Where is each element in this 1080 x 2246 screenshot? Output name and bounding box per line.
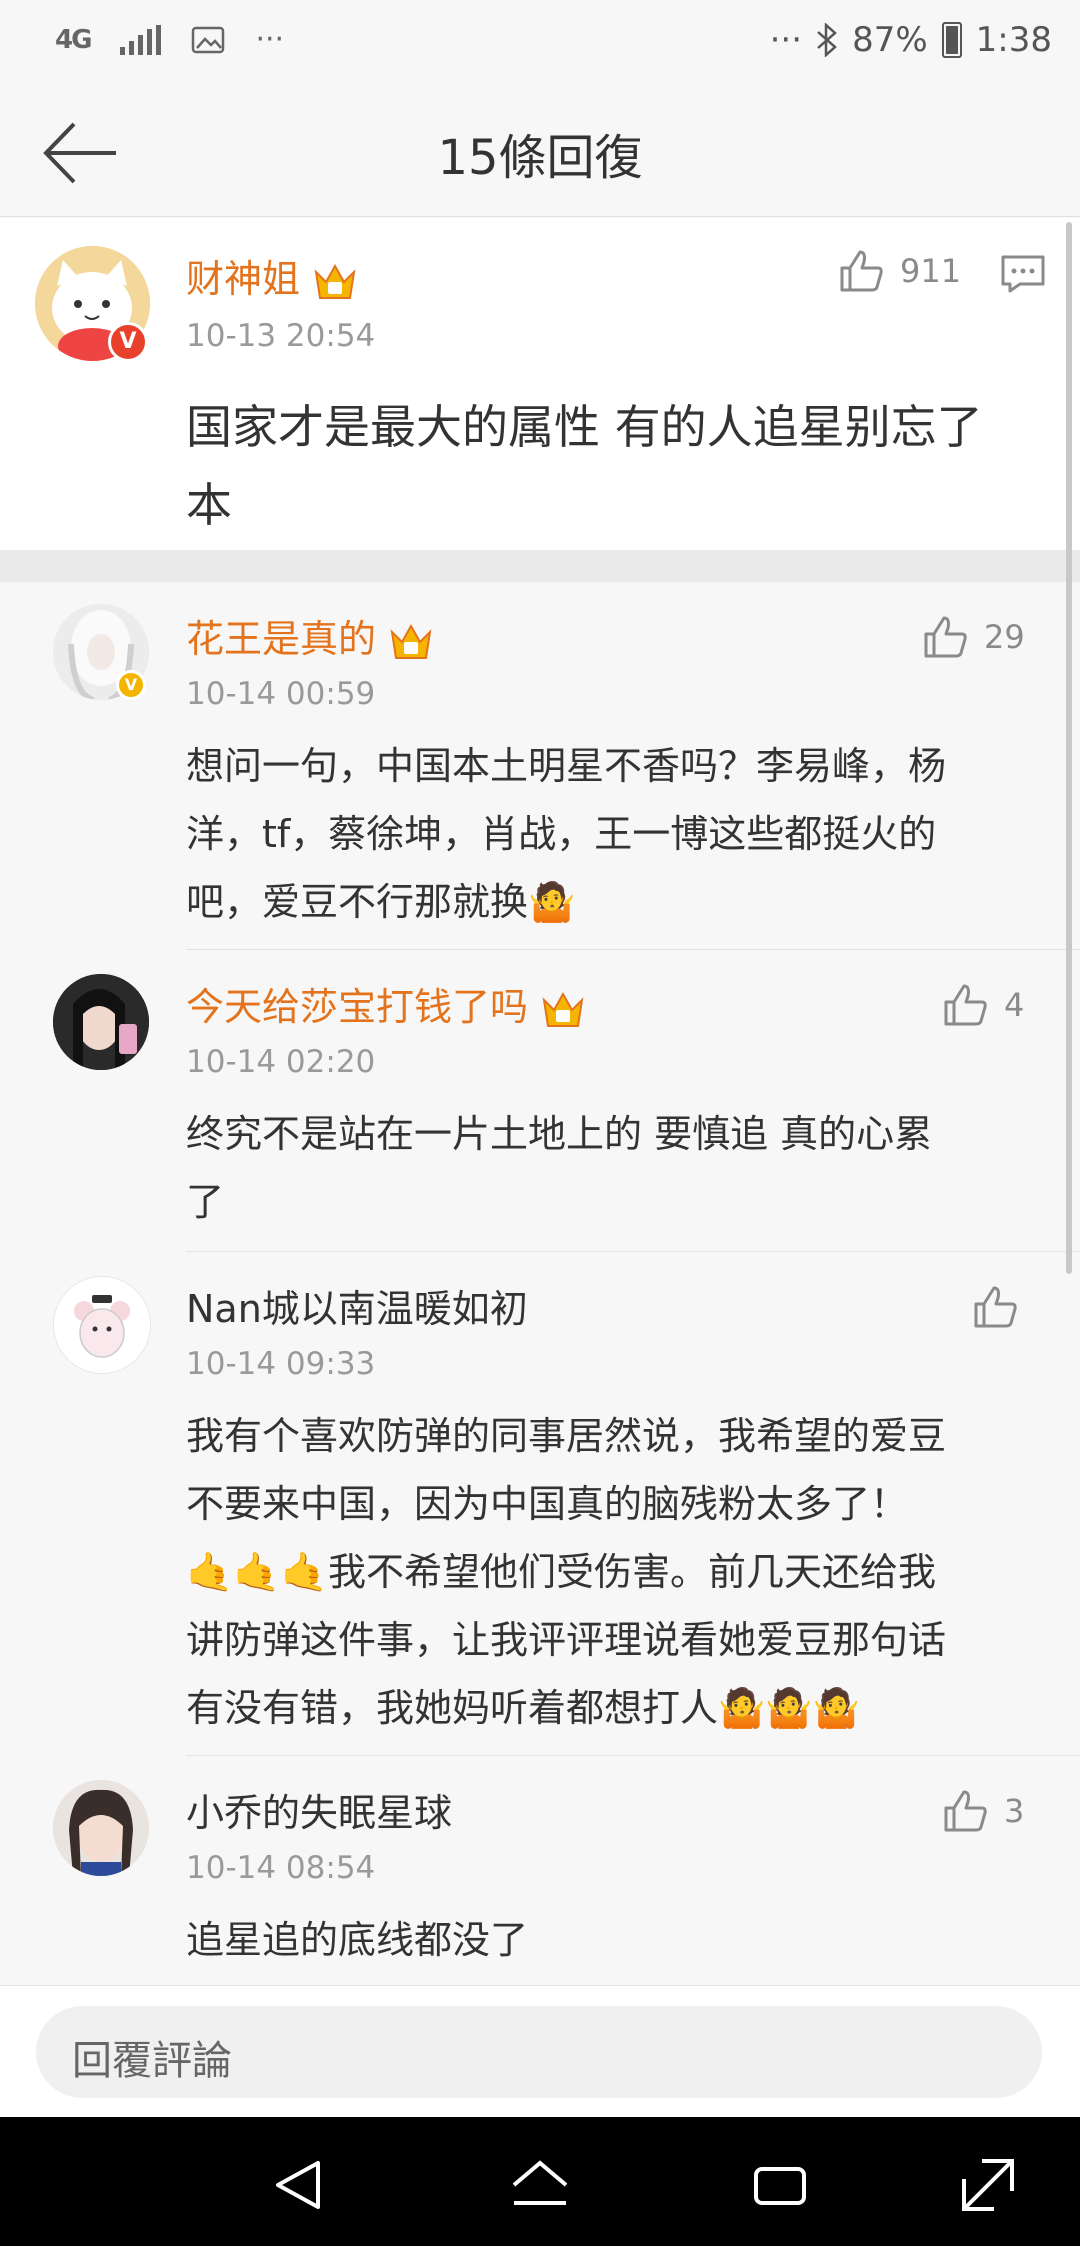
thumbs-up-icon — [944, 1790, 987, 1832]
image-icon — [192, 26, 225, 53]
username[interactable]: Nan城以南温暖如初 — [186, 1278, 528, 1333]
username-text[interactable]: 小乔的失眠星球 — [186, 1791, 452, 1835]
system-nav-bar — [0, 2117, 1080, 2246]
verified-badge-icon: V — [108, 322, 148, 362]
username[interactable]: 花王是真的 — [186, 608, 434, 664]
reply-item: 今天给莎宝打钱了吗 10-14 02:20 4 终究不是站在一片土地上的 要慎追… — [0, 950, 1080, 1252]
comment-time: 10-14 08:54 — [186, 1850, 376, 1886]
like-count: 3 — [1004, 1792, 1025, 1830]
username[interactable]: 小乔的失眠星球 — [186, 1782, 452, 1837]
section-divider — [0, 550, 1080, 582]
network-type: 4G — [55, 24, 92, 55]
like-count: 29 — [984, 618, 1025, 656]
comment-line: 终究不是站在一片土地上的 要慎追 真的心累 — [186, 1112, 933, 1156]
comment-line: 🤙🤙🤙我不希望他们受伤害。前几天还给我 — [186, 1550, 936, 1594]
like-count: 911 — [900, 252, 962, 290]
main-comment: V 财神姐 10-13 20:54 911 国家才是最大的属性 有的人追星别忘了… — [0, 218, 1080, 550]
comment-text: 国家才是最大的属性 有的人追星别忘了 本 — [186, 388, 983, 544]
vip-crown-icon — [390, 623, 432, 659]
comment-text: 想问一句，中国本土明星不香吗？李易峰，杨 洋，tf，蔡徐坤，肖战，王一博这些都挺… — [186, 732, 946, 936]
nav-recents-icon[interactable] — [750, 2155, 810, 2215]
like-button[interactable] — [972, 1284, 1020, 1330]
reply-item: Nan城以南温暖如初 10-14 09:33 我有个喜欢防弹的同事居然说，我希望… — [0, 1252, 1080, 1756]
comment-line: 了 — [186, 1180, 225, 1224]
comment-text: 终究不是站在一片土地上的 要慎追 真的心累 了 — [186, 1100, 932, 1236]
page-title: 15條回復 — [437, 130, 643, 186]
reply-item: V 花王是真的 10-14 00:59 29 想问一句，中国本土明星不香吗？李易… — [0, 582, 1080, 950]
username-text[interactable]: 今天给莎宝打钱了吗 — [186, 985, 528, 1029]
comment-line: 追星追的底线都没了 — [186, 1918, 529, 1962]
nav-expand-icon[interactable] — [958, 2155, 1018, 2215]
status-bar: 4G ··· ··· 87% 1:38 — [0, 0, 1080, 90]
battery-percent: 87% — [852, 20, 928, 60]
comment-time: 10-13 20:54 — [186, 318, 376, 354]
reply-input-bar: 回覆評論 — [0, 1985, 1080, 2118]
vip-crown-icon — [542, 991, 584, 1027]
comment-time: 10-14 00:59 — [186, 676, 376, 712]
avatar[interactable] — [53, 974, 149, 1070]
vip-crown-icon — [314, 263, 356, 299]
verified-badge-icon: V — [116, 670, 146, 700]
username[interactable]: 财神姐 — [186, 248, 358, 304]
bluetooth-icon — [817, 23, 837, 57]
thumbs-up-icon — [840, 250, 883, 292]
comment-text: 追星追的底线都没了 — [186, 1906, 528, 1974]
battery-icon — [941, 22, 962, 58]
comment-line: 本 — [186, 478, 232, 532]
like-button[interactable]: 4 — [942, 982, 1024, 1028]
username-text[interactable]: 花王是真的 — [186, 617, 376, 661]
nav-home-icon[interactable] — [510, 2155, 570, 2215]
reply-input[interactable]: 回覆評論 — [36, 2006, 1042, 2098]
thumbs-up-icon — [944, 984, 987, 1026]
like-button[interactable]: 29 — [922, 614, 1025, 660]
comment-time: 10-14 09:33 — [186, 1346, 376, 1382]
nav-back-icon[interactable] — [270, 2155, 330, 2215]
like-count: 4 — [1004, 986, 1025, 1024]
username-text[interactable]: 财神姐 — [186, 257, 300, 301]
reply-item: 小乔的失眠星球 10-14 08:54 3 追星追的底线都没了 — [0, 1756, 1080, 1985]
more-notifications-icon: ··· — [255, 22, 285, 57]
clock: 1:38 — [975, 20, 1052, 60]
comment-line: 洋，tf，蔡徐坤，肖战，王一博这些都挺火的 — [186, 812, 937, 856]
comment-line: 吧，爱豆不行那就换🤷 — [186, 880, 576, 924]
thumbs-up-icon — [974, 1286, 1017, 1328]
more-status-icon: ··· — [769, 20, 803, 60]
reply-input-placeholder: 回覆評論 — [72, 2038, 232, 2084]
signal-icon — [120, 24, 162, 55]
username[interactable]: 今天给莎宝打钱了吗 — [186, 976, 586, 1032]
avatar[interactable] — [53, 1780, 149, 1876]
comment-line: 讲防弹这件事，让我评评理说看她爱豆那句话 — [186, 1618, 947, 1662]
comment-line: 不要来中国，因为中国真的脑残粉太多了！ — [186, 1482, 909, 1526]
comment-text: 我有个喜欢防弹的同事居然说，我希望的爱豆 不要来中国，因为中国真的脑残粉太多了！… — [186, 1402, 946, 1742]
like-button[interactable]: 3 — [942, 1788, 1024, 1834]
scrollbar[interactable] — [1066, 222, 1072, 1274]
comment-time: 10-14 02:20 — [186, 1044, 376, 1080]
comment-line: 国家才是最大的属性 有的人追星别忘了 — [186, 400, 983, 454]
comment-line: 想问一句，中国本土明星不香吗？李易峰，杨 — [186, 744, 947, 788]
username-text[interactable]: Nan城以南温暖如初 — [186, 1287, 528, 1331]
top-bar: 15條回復 — [0, 90, 1080, 217]
comment-icon[interactable] — [1000, 254, 1046, 294]
avatar[interactable] — [53, 1276, 151, 1374]
thumbs-up-icon — [924, 616, 967, 658]
comment-line: 我有个喜欢防弹的同事居然说，我希望的爱豆 — [186, 1414, 947, 1458]
like-button[interactable]: 911 — [838, 248, 961, 294]
comment-line: 有没有错，我她妈听着都想打人🤷🤷🤷 — [186, 1686, 860, 1730]
